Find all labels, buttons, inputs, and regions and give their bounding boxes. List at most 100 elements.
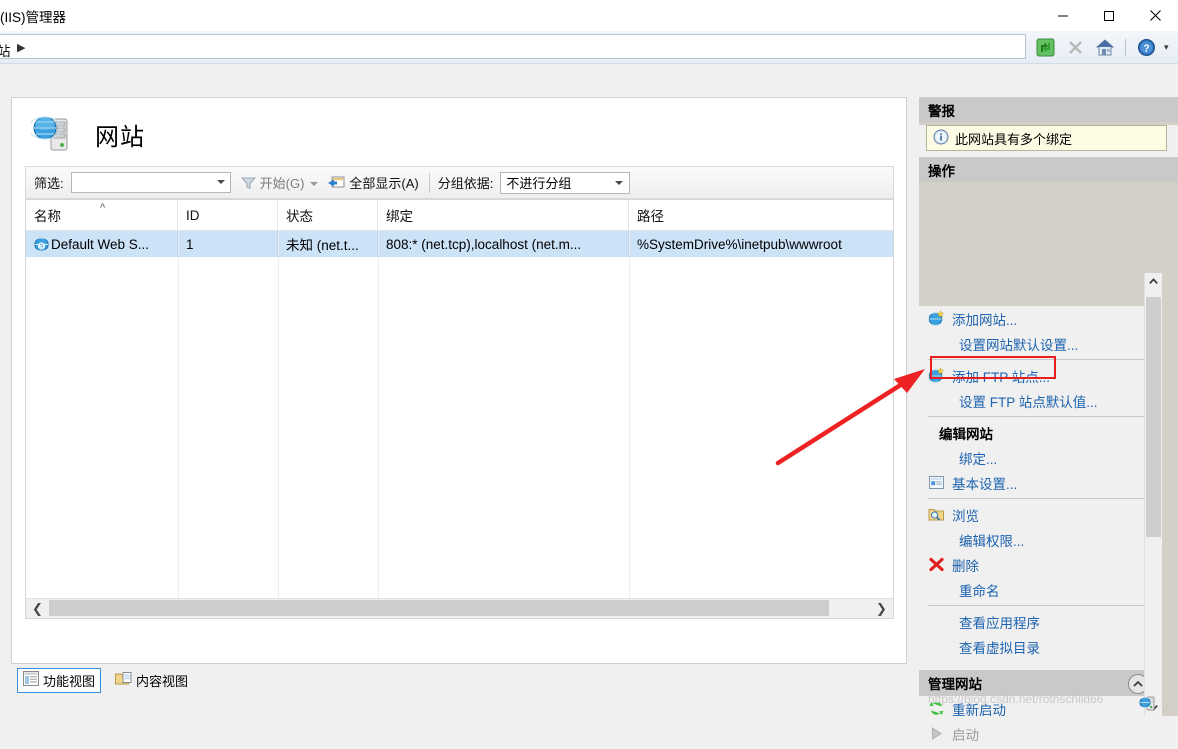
scroll-left-arrow[interactable]: ❮ (26, 599, 49, 618)
column-header-id[interactable]: ID (178, 200, 278, 230)
action-delete[interactable]: 删除 (919, 552, 1158, 577)
close-button[interactable] (1132, 0, 1178, 31)
resize-grip[interactable]: ⋰ (1162, 702, 1172, 713)
cell-path[interactable]: %SystemDrive%\inetpub\wwwroot (629, 231, 893, 257)
home-button[interactable] (1092, 35, 1118, 60)
address-toolbar: ? ▾ (1032, 34, 1169, 60)
tab-content-view-label: 内容视图 (136, 671, 188, 690)
show-all-button[interactable]: 全部显示(A) (328, 173, 418, 192)
scroll-up-arrow[interactable] (1145, 273, 1162, 290)
page-header: 网站 (12, 98, 906, 166)
filter-go-caret-icon[interactable] (310, 182, 318, 186)
filter-input[interactable] (71, 172, 231, 193)
content-view-icon (115, 671, 132, 689)
breadcrumb-separator-icon: ▶ (17, 41, 25, 54)
scroll-right-arrow[interactable]: ❯ (870, 599, 893, 618)
window-controls (1040, 0, 1178, 31)
filter-bar: 筛选: 开始(G) 全部显示(A) (25, 166, 894, 199)
action-add-website[interactable]: 添加网站... (919, 306, 1158, 331)
action-label: 设置网站默认设置... (959, 334, 1078, 354)
refresh-button[interactable] (1032, 35, 1058, 60)
action-view-applications[interactable]: 查看应用程序 (919, 609, 1158, 634)
list-horizontal-scrollbar[interactable]: ❮ ❯ (26, 598, 893, 618)
chevron-down-icon[interactable] (615, 181, 623, 185)
action-rename[interactable]: 重命名 (919, 577, 1158, 602)
view-tabs: 功能视图 内容视图 (17, 668, 194, 692)
alerts-section: 此网站具有多个绑定 (919, 125, 1178, 157)
features-view-icon (23, 671, 39, 689)
title-bar: (IIS)管理器 (0, 0, 1178, 31)
svg-text:?: ? (1143, 43, 1149, 54)
hscroll-thumb[interactable] (49, 600, 829, 616)
action-label: 添加 FTP 站点... (952, 366, 1050, 386)
status-website-icon (1139, 695, 1155, 711)
column-label: 名称 (34, 205, 61, 225)
add-ftp-site-icon (928, 367, 945, 384)
action-label: 添加网站... (952, 309, 1017, 329)
sort-ascending-icon: ^ (100, 202, 105, 214)
action-bindings[interactable]: 绑定... (919, 445, 1158, 470)
actions-separator (928, 605, 1146, 606)
table-row[interactable]: ? Default Web S... 1 未知 (net.t... 808:* … (26, 231, 893, 257)
action-label: 重命名 (959, 580, 1000, 600)
hscroll-track[interactable] (49, 599, 870, 618)
group-by-select[interactable]: 不进行分组 (500, 172, 630, 194)
breadcrumb-text[interactable]: 站 (0, 40, 11, 60)
websites-icon (31, 113, 75, 155)
cell-id[interactable]: 1 (178, 231, 278, 257)
cell-name-text: Default Web S... (51, 237, 149, 252)
watermark-text: https://blog.csdn.net/rothschild66 (928, 692, 1103, 706)
list-gridlines (26, 230, 893, 600)
help-button[interactable]: ? (1133, 35, 1159, 60)
list-header-row: 名称 ^ ID 状态 绑定 路径 (26, 200, 893, 231)
filter-label: 筛选: (34, 173, 64, 192)
toolbar-divider (1125, 39, 1126, 56)
info-icon (933, 129, 949, 148)
action-set-ftp-site-defaults[interactable]: 设置 FTP 站点默认值... (919, 388, 1158, 413)
cell-bindings[interactable]: 808:* (net.tcp),localhost (net.m... (378, 231, 629, 257)
column-label: 绑定 (386, 205, 413, 225)
start-icon (928, 725, 945, 742)
action-browse[interactable]: 浏览 (919, 502, 1158, 527)
add-site-icon (928, 310, 945, 327)
group-by-value: 不进行分组 (506, 173, 571, 192)
window-title: (IIS)管理器 (0, 6, 66, 26)
filter-go-button[interactable]: 开始(G) (241, 173, 305, 192)
funnel-icon (241, 176, 256, 190)
column-label: 路径 (637, 205, 664, 225)
column-header-path[interactable]: 路径 (629, 200, 893, 230)
filter-go-label: 开始(G) (260, 173, 305, 192)
action-label: 基本设置... (952, 473, 1017, 493)
actions-separator (928, 498, 1146, 499)
column-header-state[interactable]: 状态 (278, 200, 378, 230)
alert-message-box: 此网站具有多个绑定 (926, 125, 1167, 151)
actions-vertical-scrollbar[interactable] (1144, 273, 1162, 716)
tab-features-view[interactable]: 功能视图 (17, 668, 101, 693)
cell-state[interactable]: 未知 (net.t... (278, 231, 378, 257)
action-add-ftp-site[interactable]: 添加 FTP 站点... (919, 363, 1158, 388)
action-start: 启动 (919, 721, 1158, 746)
breadcrumb-bar[interactable]: 站 ▶ (0, 34, 1026, 59)
column-header-bindings[interactable]: 绑定 (378, 200, 629, 230)
minimize-button[interactable] (1040, 0, 1086, 31)
maximize-button[interactable] (1086, 0, 1132, 31)
action-label: 编辑权限... (959, 530, 1024, 550)
cell-name[interactable]: ? Default Web S... (26, 231, 178, 257)
website-icon: ? (34, 237, 49, 252)
delete-icon (928, 556, 945, 573)
action-basic-settings[interactable]: 基本设置... (919, 470, 1158, 495)
action-set-website-defaults[interactable]: 设置网站默认设置... (919, 331, 1158, 356)
sites-list[interactable]: 名称 ^ ID 状态 绑定 路径 (25, 199, 894, 619)
action-edit-permissions[interactable]: 编辑权限... (919, 527, 1158, 552)
column-header-name[interactable]: 名称 ^ (26, 200, 178, 230)
actions-group-edit-site: 编辑网站 (919, 420, 1158, 445)
action-label: 绑定... (959, 448, 997, 468)
action-view-virtual-directories[interactable]: 查看虚拟目录 (919, 634, 1158, 659)
actions-pane: 警报 此网站具有多个绑定 操作 (919, 97, 1178, 716)
basic-settings-icon (928, 474, 945, 491)
vscroll-thumb[interactable] (1146, 297, 1161, 537)
help-dropdown-caret-icon[interactable]: ▾ (1164, 42, 1169, 53)
chevron-down-icon[interactable] (217, 180, 225, 184)
page-title: 网站 (95, 117, 145, 152)
tab-content-view[interactable]: 内容视图 (109, 668, 194, 693)
